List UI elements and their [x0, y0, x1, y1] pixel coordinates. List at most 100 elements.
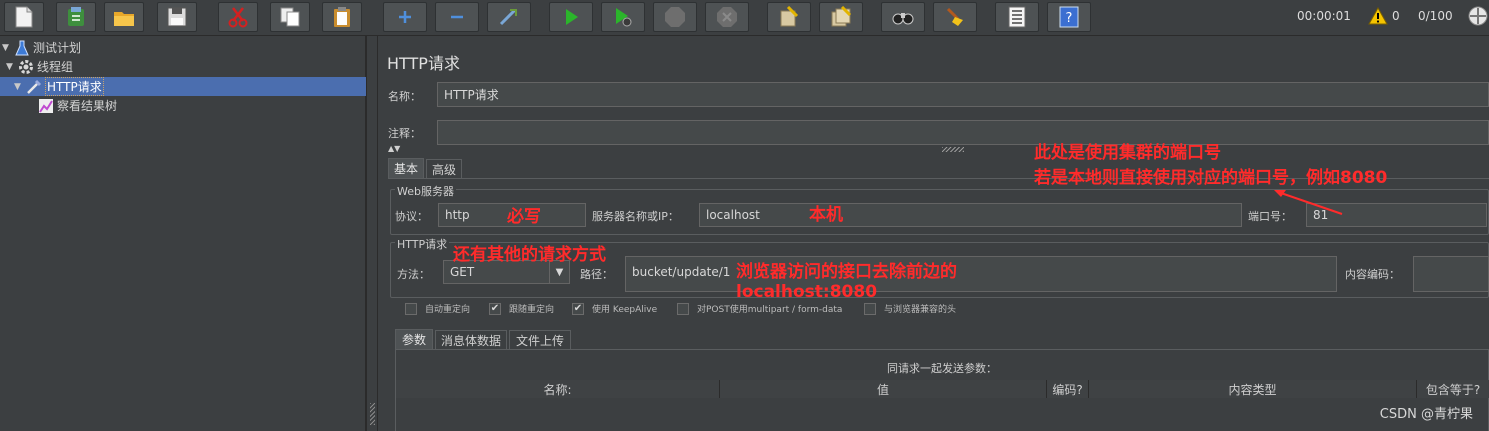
test-plan-tree: ▼ 测试计划 ▼ 线程组 ▼ HTTP请求 察看结果树: [0, 36, 366, 431]
new-icon: [15, 6, 33, 28]
expand-button[interactable]: [383, 2, 427, 32]
start-no-pauses-icon: [616, 8, 632, 27]
tree-item-label: 察看结果树: [57, 99, 118, 113]
thread-status-icon: [1468, 6, 1488, 29]
expanded-triangle-icon[interactable]: ▼: [2, 43, 12, 53]
option-follow-redirect[interactable]: ✔ 跟随重定向: [489, 302, 554, 315]
chart-icon: [38, 98, 54, 114]
checkbox-checked[interactable]: ✔: [572, 302, 584, 315]
shutdown-icon: [717, 7, 737, 27]
tree-item-http-request[interactable]: ▼ HTTP请求: [14, 77, 104, 96]
tree-item-test-plan[interactable]: ▼ 测试计划: [2, 38, 81, 57]
elapsed-time: 00:00:01: [1297, 9, 1351, 23]
tab-body-data[interactable]: 消息体数据: [435, 330, 507, 350]
function-helper-icon: [1008, 6, 1026, 28]
option-keepalive[interactable]: ✔ 使用 KeepAlive: [572, 302, 657, 315]
open-button[interactable]: [104, 2, 144, 32]
collapse-button[interactable]: [435, 2, 479, 32]
http-request-panel: HTTP请求 名称： HTTP请求 注释： ▲▼ 基本 高级 Web服务器 协议…: [379, 36, 1489, 431]
pipette-icon: [26, 79, 42, 95]
start-button[interactable]: [549, 2, 593, 32]
new-button[interactable]: [4, 2, 44, 32]
option-auto-redirect[interactable]: 自动重定向: [405, 302, 470, 315]
warning-count: 0: [1392, 9, 1400, 23]
encoding-field[interactable]: [1413, 256, 1489, 292]
name-label: 名称：: [388, 90, 421, 103]
templates-icon: [68, 7, 84, 26]
cut-icon: [228, 7, 248, 28]
shutdown-button[interactable]: [705, 2, 749, 32]
column-header-content-type[interactable]: 内容类型: [1089, 380, 1417, 398]
option-label: 使用 KeepAlive: [592, 305, 658, 315]
tree-item-view-results-tree[interactable]: 察看结果树: [36, 96, 117, 115]
annotation-path-line2: localhost:8080: [736, 282, 878, 302]
collapse-icon: [451, 15, 463, 19]
tab-advanced[interactable]: 高级: [426, 159, 462, 179]
templates-button[interactable]: [56, 2, 96, 32]
toggle-icon: [499, 8, 517, 26]
option-label: 与浏览器兼容的头: [884, 305, 957, 315]
function-helper-button[interactable]: [995, 2, 1039, 32]
tree-item-label: 线程组: [37, 60, 74, 74]
comment-label: 注释：: [388, 127, 421, 140]
stop-icon: [665, 7, 685, 27]
encoding-label: 内容编码：: [1345, 268, 1400, 281]
search-button[interactable]: [881, 2, 925, 32]
reset-search-button[interactable]: [933, 2, 977, 32]
clear-all-icon: [831, 6, 852, 27]
path-field[interactable]: bucket/update/1: [625, 256, 1337, 292]
protocol-label: 协议：: [395, 210, 428, 223]
annotation-path-line1: 浏览器访问的接口去除前边的: [736, 262, 957, 282]
search-icon: [892, 13, 914, 25]
expanded-triangle-icon[interactable]: ▼: [6, 62, 16, 72]
warning-icon[interactable]: [1368, 6, 1388, 28]
help-button[interactable]: ?: [1047, 2, 1091, 32]
page-title: HTTP请求: [387, 54, 460, 73]
checkbox[interactable]: [405, 302, 417, 315]
tab-basic[interactable]: 基本: [388, 158, 424, 178]
server-field[interactable]: localhost: [699, 203, 1242, 227]
splitter[interactable]: [366, 36, 378, 431]
clear-all-button[interactable]: [819, 2, 863, 32]
cut-button[interactable]: [218, 2, 258, 32]
option-label: 自动重定向: [425, 305, 471, 315]
paste-button[interactable]: [322, 2, 362, 32]
option-browser-compatible-headers[interactable]: 与浏览器兼容的头: [864, 302, 956, 315]
collapse-arrows-icon[interactable]: ▲▼: [388, 144, 400, 153]
http-request-section-title: HTTP请求: [395, 236, 450, 252]
toggle-button[interactable]: [487, 2, 531, 32]
checkbox[interactable]: [677, 302, 689, 315]
start-no-pauses-button[interactable]: [601, 2, 645, 32]
checkbox[interactable]: [864, 302, 876, 315]
server-label: 服务器名称或IP：: [592, 210, 679, 223]
divider-grip[interactable]: [942, 147, 964, 152]
reset-search-icon: [946, 7, 963, 26]
clear-icon: [780, 6, 799, 27]
annotation-required: 必写: [507, 207, 541, 227]
comment-field[interactable]: [437, 120, 1489, 145]
expanded-triangle-icon[interactable]: ▼: [14, 82, 24, 92]
web-server-section-title: Web服务器: [395, 183, 456, 199]
toolbar: ? 00:00:01 0 0/100: [0, 0, 1489, 36]
tab-file-upload[interactable]: 文件上传: [509, 330, 571, 350]
tree-item-label: HTTP请求: [45, 77, 104, 96]
checkbox-checked[interactable]: ✔: [489, 302, 501, 315]
column-header-include-equals[interactable]: 包含等于?: [1417, 380, 1489, 398]
watermark: CSDN @青柠果: [1379, 407, 1473, 422]
option-multipart[interactable]: 对POST使用multipart / form-data: [677, 302, 842, 315]
splitter-grip[interactable]: [370, 403, 375, 425]
clear-button[interactable]: [767, 2, 811, 32]
annotation-method: 还有其他的请求方式: [453, 245, 606, 265]
flask-icon: [14, 40, 30, 56]
save-button[interactable]: [157, 2, 197, 32]
column-header-value[interactable]: 值: [720, 380, 1047, 398]
tab-parameters[interactable]: 参数: [395, 329, 433, 349]
tree-item-thread-group[interactable]: ▼ 线程组: [6, 57, 73, 76]
column-header-name[interactable]: 名称:: [396, 380, 720, 398]
copy-button[interactable]: [270, 2, 310, 32]
annotation-local: 本机: [809, 205, 843, 225]
column-header-encode[interactable]: 编码?: [1047, 380, 1089, 398]
stop-button[interactable]: [653, 2, 697, 32]
option-label: 对POST使用multipart / form-data: [697, 305, 843, 315]
name-field[interactable]: HTTP请求: [437, 82, 1489, 107]
